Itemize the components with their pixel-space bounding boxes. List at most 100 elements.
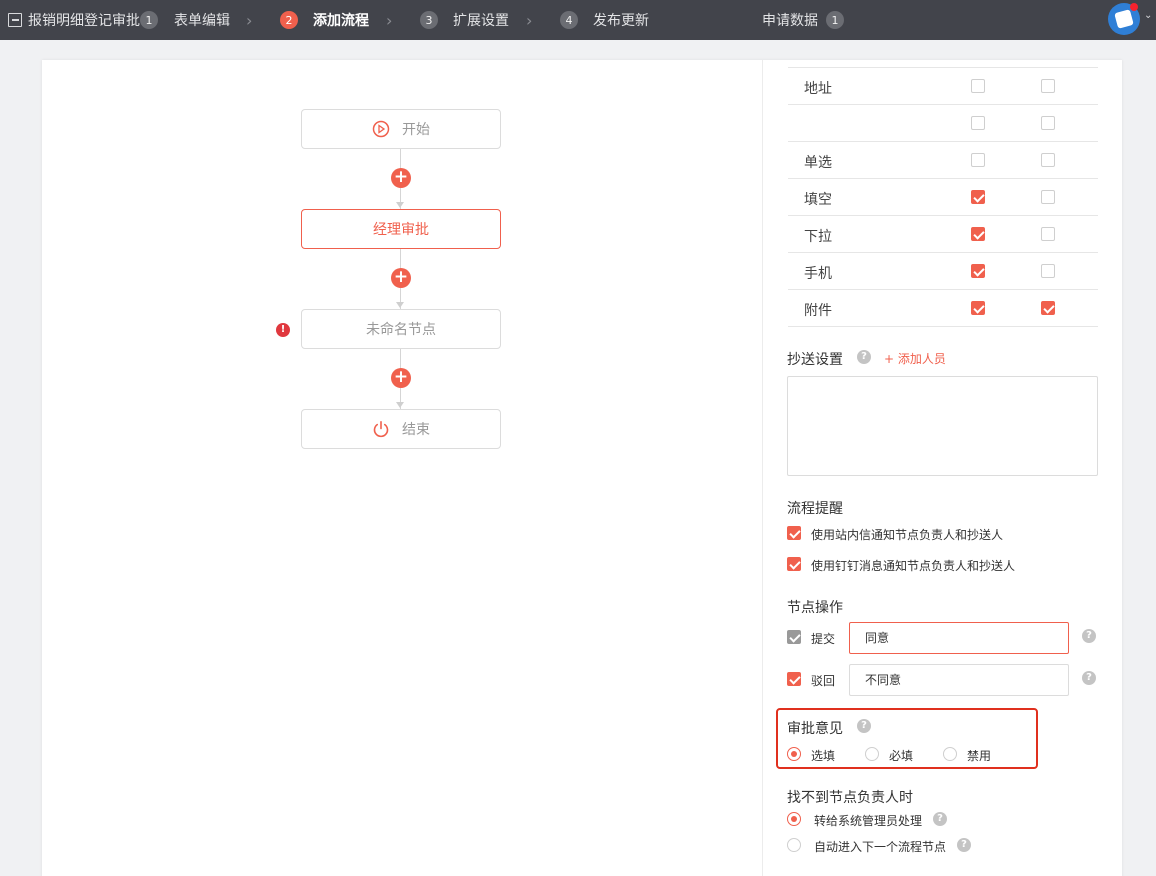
no-owner-title: 找不到节点负责人时 (787, 790, 913, 806)
field-label: 下拉 (804, 229, 832, 245)
no-owner-admin-radio[interactable] (787, 812, 801, 826)
field-visible-checkbox[interactable] (971, 301, 985, 315)
help-icon[interactable]: ? (933, 812, 947, 826)
step-2[interactable]: 2 添加流程 (280, 0, 369, 40)
opinion-required-label: 必填 (889, 749, 914, 763)
no-owner-next-label: 自动进入下一个流程节点 (814, 840, 947, 854)
step-3[interactable]: 3 扩展设置 (420, 0, 509, 40)
table-row: 地址 (788, 68, 1098, 105)
cc-settings-title: 抄送设置 (787, 352, 843, 368)
field-label: 地址 (804, 81, 832, 97)
field-visible-checkbox[interactable] (971, 264, 985, 278)
opinion-optional-radio[interactable] (787, 747, 801, 761)
field-visible-checkbox[interactable] (971, 116, 985, 130)
opinion-disabled-radio[interactable] (943, 747, 957, 761)
flow-node-unnamed-label: 未命名节点 (366, 322, 436, 338)
flow-arrow-icon (396, 402, 404, 408)
help-icon[interactable]: ? (1082, 629, 1096, 643)
apply-data-count: 1 (826, 11, 844, 29)
reminder-dingtalk-label: 使用钉钉消息通知节点负责人和抄送人 (811, 559, 1016, 573)
chevron-right-icon: › (526, 10, 533, 30)
add-node-button[interactable]: + (391, 168, 411, 188)
field-label: 手机 (804, 266, 832, 282)
form-title: 报销明细登记审批 (28, 13, 140, 29)
chevron-right-icon: › (246, 10, 253, 30)
no-owner-admin-label: 转给系统管理员处理 (814, 814, 923, 828)
submit-checkbox[interactable] (787, 630, 801, 644)
cc-recipients-box[interactable] (787, 376, 1098, 476)
apply-data-link[interactable]: 申请数据 1 (762, 0, 844, 40)
no-owner-next-radio[interactable] (787, 838, 801, 852)
table-row: 填空 (788, 179, 1098, 216)
opinion-disabled-label: 禁用 (967, 749, 992, 763)
field-editable-checkbox[interactable] (1041, 153, 1055, 167)
chevron-right-icon: › (386, 10, 393, 30)
step-1-label: 表单编辑 (174, 13, 230, 29)
flow-node-start[interactable]: 开始 (301, 109, 501, 149)
table-row-top (788, 60, 1098, 68)
reject-text-input[interactable]: 不同意 (849, 664, 1069, 696)
main-card: 开始 + 经理审批 + ! 未命名节点 + 结束 地址 单选 填空 下拉 手机 … (42, 60, 1122, 876)
flow-node-unnamed[interactable]: 未命名节点 (301, 309, 501, 349)
back-button[interactable]: 报销明细登记审批 (8, 0, 140, 40)
field-editable-checkbox[interactable] (1041, 116, 1055, 130)
flow-node-end[interactable]: 结束 (301, 409, 501, 449)
field-editable-checkbox[interactable] (1041, 264, 1055, 278)
approval-opinion-title: 审批意见 (787, 721, 843, 737)
opinion-optional-label: 选填 (811, 749, 836, 763)
submit-label: 提交 (811, 632, 836, 646)
panel-divider (762, 60, 763, 876)
step-2-badge: 2 (280, 11, 298, 29)
flow-node-manager-label: 经理审批 (373, 222, 429, 238)
submit-text-input[interactable]: 同意 (849, 622, 1069, 654)
help-icon[interactable]: ? (1082, 671, 1096, 685)
flow-node-manager-approval[interactable]: 经理审批 (301, 209, 501, 249)
table-row: 单选 (788, 142, 1098, 179)
step-4-badge: 4 (560, 11, 578, 29)
add-node-button[interactable]: + (391, 368, 411, 388)
step-4[interactable]: 4 发布更新 (560, 0, 649, 40)
table-row: 附件 (788, 290, 1098, 327)
reminder-internal-label: 使用站内信通知节点负责人和抄送人 (811, 528, 1004, 542)
add-person-link[interactable]: + 添加人员 (884, 350, 946, 367)
field-visible-checkbox[interactable] (971, 227, 985, 241)
reminder-internal-checkbox[interactable] (787, 526, 801, 540)
step-1-badge: 1 (140, 11, 158, 29)
field-visible-checkbox[interactable] (971, 153, 985, 167)
opinion-required-radio[interactable] (865, 747, 879, 761)
help-icon[interactable]: ? (857, 719, 871, 733)
back-icon (8, 13, 22, 27)
top-nav-bar: 报销明细登记审批 1 表单编辑 › 2 添加流程 › 3 扩展设置 › 4 发布… (0, 0, 1156, 40)
flow-node-end-label: 结束 (402, 422, 430, 438)
reminder-title: 流程提醒 (787, 501, 843, 517)
step-1[interactable]: 1 表单编辑 (140, 0, 230, 40)
field-visible-checkbox[interactable] (971, 79, 985, 93)
reject-label: 驳回 (811, 674, 836, 688)
apply-data-label: 申请数据 (762, 13, 818, 29)
field-editable-checkbox[interactable] (1041, 79, 1055, 93)
field-visible-checkbox[interactable] (971, 190, 985, 204)
field-editable-checkbox[interactable] (1041, 190, 1055, 204)
field-label: 附件 (804, 303, 832, 319)
add-node-button[interactable]: + (391, 268, 411, 288)
field-editable-checkbox[interactable] (1041, 227, 1055, 241)
step-4-label: 发布更新 (593, 13, 649, 29)
play-icon (372, 120, 390, 138)
node-ops-title: 节点操作 (787, 600, 843, 616)
warning-icon: ! (276, 323, 290, 337)
help-icon[interactable]: ? (957, 838, 971, 852)
help-icon[interactable]: ? (857, 350, 871, 364)
flow-arrow-icon (396, 302, 404, 308)
notification-dot (1130, 3, 1138, 11)
table-row: 手机 (788, 253, 1098, 290)
field-label: 单选 (804, 155, 832, 171)
field-label: 填空 (804, 192, 832, 208)
chevron-down-icon[interactable]: ⌄ (1144, 10, 1152, 21)
flow-arrow-icon (396, 202, 404, 208)
avatar-face-icon (1114, 9, 1134, 29)
flow-node-start-label: 开始 (402, 122, 430, 138)
reminder-dingtalk-checkbox[interactable] (787, 557, 801, 571)
field-editable-checkbox[interactable] (1041, 301, 1055, 315)
table-row: 下拉 (788, 216, 1098, 253)
reject-checkbox[interactable] (787, 672, 801, 686)
